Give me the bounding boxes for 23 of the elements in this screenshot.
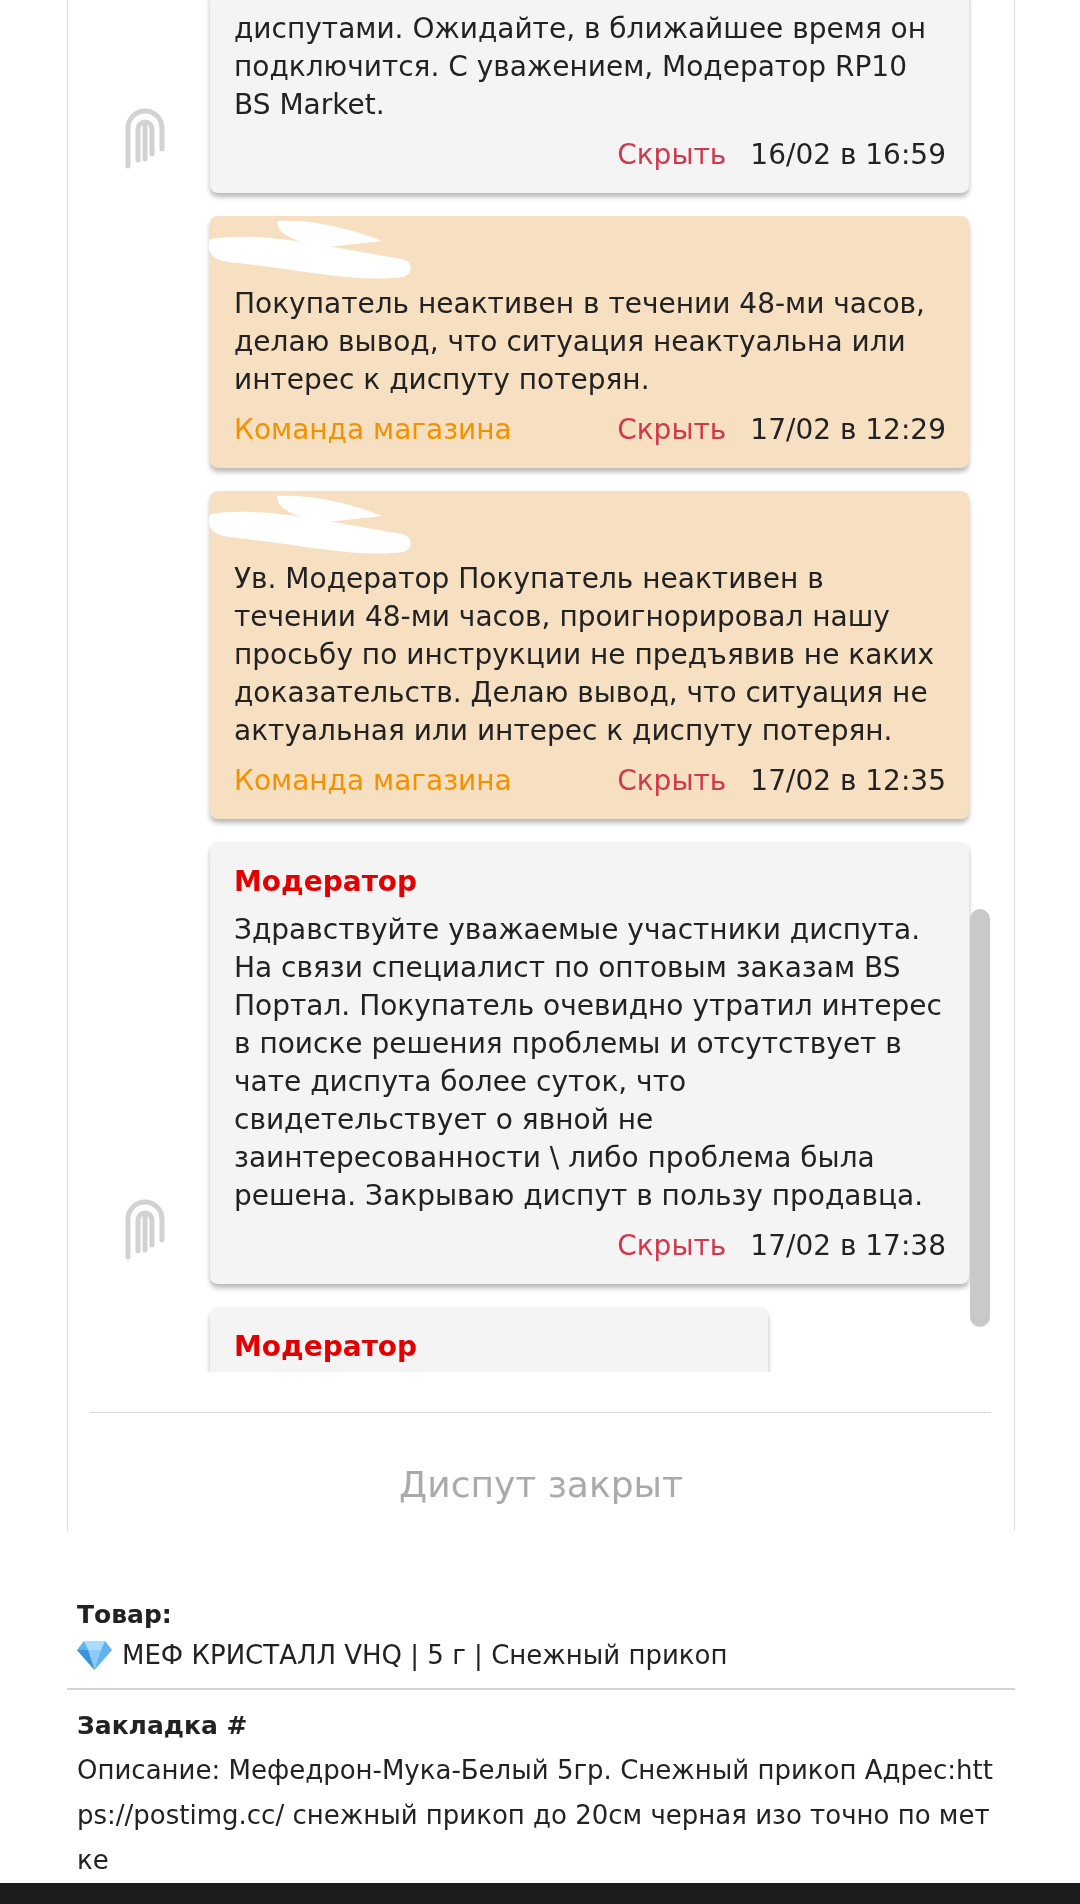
team-label: Команда магазина: [234, 412, 512, 448]
message-time: 16/02 в 16:59: [750, 137, 946, 173]
message-text: Ув. Модератор Покупатель неактивен в течении 48-ми часов, проигнорировал нашу просьбу по инструкции не предъявив не каких доказательств. Делаю вывод, что ситуация не актуальная или интерес к диспуту потерян.: [234, 561, 935, 749]
author-name: Модератор: [234, 864, 418, 900]
hide-link[interactable]: Скрыть: [617, 762, 727, 800]
team-label: Команда магазина: [234, 763, 512, 799]
message-text: Покупатель неактивен в течении 48-ми часов, делаю вывод, что ситуация неактуальна или интерес к диспуту потерян.: [234, 286, 926, 398]
message-text: диспутами. Ожидайте, в ближайшее время он подключится. С уважением, Модератор RP10 BS Market.: [234, 11, 928, 123]
message-time: 17/02 в 17:38: [750, 1228, 946, 1264]
message-time: 17/02 в 12:35: [750, 763, 946, 799]
author-name: Модератор: [234, 1329, 418, 1365]
product-label: Товар:: [77, 1599, 172, 1631]
hide-link[interactable]: Скрыть: [617, 1227, 727, 1265]
drop-label: Закладка #: [77, 1710, 248, 1742]
scrollbar-thumb[interactable]: [970, 909, 990, 1327]
hide-link[interactable]: Скрыть: [617, 411, 727, 449]
diamond-icon: [77, 1640, 112, 1670]
hide-link[interactable]: Скрыть: [617, 136, 727, 174]
message-time: 17/02 в 12:29: [750, 412, 946, 448]
drop-description: Описание: Мефедрон-Мука-Белый 5гр. Снежный прикоп Адрес:https://postimg.cc/ снежный прикоп до 20см черная изо точно по метке: [77, 1754, 994, 1877]
dispute-status: Диспут закрыт: [399, 1464, 683, 1505]
product-name: МЕФ КРИСТАЛЛ VHQ | 5 г | Снежный прикоп: [122, 1639, 728, 1673]
message-text: Здравствуйте уважаемые участники диспута. На связи специалист по оптовым заказам BS Портал. Покупатель очевидно утратил интерес в поиске решения проблемы и отсутствует в чате диспута более суток, что свидетельствует о явной не заинтересованности \ либо проблема была решена. Закрываю диспут в пользу продавца.: [234, 912, 943, 1214]
